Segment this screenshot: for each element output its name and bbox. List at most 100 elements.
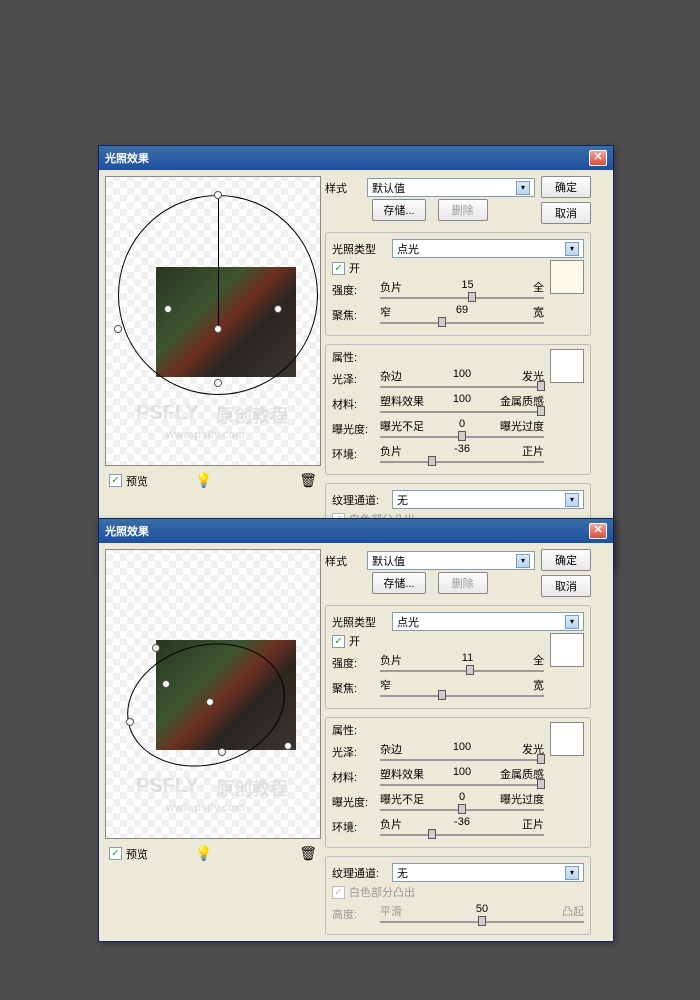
light-type-label: 光照类型	[332, 241, 388, 257]
title-text: 光照效果	[105, 150, 149, 166]
watermark: 原创教程	[216, 402, 288, 428]
texture-channel-dropdown[interactable]: 无 ▾	[392, 490, 584, 509]
preview-label: 预览	[126, 846, 148, 862]
light-type-dropdown[interactable]: 点光 ▾	[392, 239, 584, 258]
trash-icon[interactable]: 🗑	[299, 472, 317, 489]
chevron-down-icon[interactable]: ▾	[516, 554, 530, 568]
light-type-label: 光照类型	[332, 614, 388, 630]
preview-controls: ✓ 预览 💡 🗑	[105, 470, 321, 491]
cancel-button[interactable]: 取消	[541, 575, 591, 597]
delete-button: 删除	[438, 572, 488, 594]
cancel-button[interactable]: 取消	[541, 202, 591, 224]
on-checkbox[interactable]: ✓ 开	[332, 260, 544, 276]
style-label: 样式	[325, 553, 363, 569]
handle-dot[interactable]	[114, 325, 122, 333]
lightbulb-icon[interactable]: 💡	[195, 472, 212, 489]
style-label: 样式	[325, 180, 363, 196]
watermark: www.psfly.com	[166, 802, 245, 814]
checkbox-icon[interactable]: ✓	[332, 262, 345, 275]
light-type-dropdown[interactable]: 点光 ▾	[392, 612, 584, 631]
material-slider[interactable]: 材料: 塑料效果100金属质感	[332, 766, 544, 788]
light-color-swatch[interactable]	[550, 633, 584, 667]
handle-dot-center[interactable]	[214, 325, 222, 333]
watermark: PSFLY	[136, 402, 199, 425]
lightbulb-icon[interactable]: 💡	[195, 845, 212, 862]
handle-dot[interactable]	[162, 680, 170, 688]
ambient-slider[interactable]: 环境: 负片-36正片	[332, 816, 544, 838]
chevron-down-icon[interactable]: ▾	[565, 866, 579, 880]
lighting-effects-dialog-2: 光照效果 ✕ PSFLY 原创教程 www.psfly.com ✓ 预览	[98, 518, 614, 942]
white-high-checkbox: ✓ 白色部分凸出	[332, 884, 584, 900]
preview-column: PSFLY 原创教程 www.psfly.com ✓ 预览 💡 🗑	[105, 549, 321, 935]
texture-channel-label: 纹理通道:	[332, 492, 388, 508]
focus-slider[interactable]: 聚焦: 窄69宽	[332, 304, 544, 326]
ok-button[interactable]: 确定	[541, 176, 591, 198]
handle-dot[interactable]	[274, 305, 282, 313]
style-dropdown[interactable]: 默认值 ▾	[367, 551, 535, 570]
intensity-slider[interactable]: 强度: 负片11全	[332, 652, 544, 674]
checkbox-icon[interactable]: ✓	[109, 847, 122, 860]
style-dropdown[interactable]: 默认值 ▾	[367, 178, 535, 197]
titlebar[interactable]: 光照效果 ✕	[99, 519, 613, 543]
trash-icon[interactable]: 🗑	[299, 845, 317, 862]
checkbox-icon[interactable]: ✓	[109, 474, 122, 487]
watermark: www.psfly.com	[166, 429, 245, 441]
handle-dot[interactable]	[214, 379, 222, 387]
preview-canvas[interactable]: PSFLY 原创教程 www.psfly.com	[105, 176, 321, 466]
handle-dot[interactable]	[164, 305, 172, 313]
watermark: PSFLY	[136, 775, 199, 798]
preview-checkbox-row[interactable]: ✓ 预览	[109, 473, 148, 489]
save-button[interactable]: 存储...	[372, 199, 425, 221]
preview-label: 预览	[126, 473, 148, 489]
preview-controls: ✓ 预览 💡 🗑	[105, 843, 321, 864]
handle-dot[interactable]	[214, 191, 222, 199]
texture-channel-dropdown[interactable]: 无 ▾	[392, 863, 584, 882]
ambient-color-swatch[interactable]	[550, 349, 584, 383]
chevron-down-icon[interactable]: ▾	[565, 615, 579, 629]
title-text: 光照效果	[105, 523, 149, 539]
save-button[interactable]: 存储...	[372, 572, 425, 594]
focus-slider[interactable]: 聚焦: 窄宽	[332, 677, 544, 699]
texture-channel-label: 纹理通道:	[332, 865, 388, 881]
light-type-section: 光照类型 点光 ▾ ✓ 开 强度:	[325, 605, 591, 709]
light-color-swatch[interactable]	[550, 260, 584, 294]
chevron-down-icon[interactable]: ▾	[565, 493, 579, 507]
handle-dot[interactable]	[152, 644, 160, 652]
settings-column: 样式 默认值 ▾ 存储... 删除 确定 取消	[325, 176, 591, 562]
exposure-slider[interactable]: 曝光度: 曝光不足0曝光过度	[332, 791, 544, 813]
gloss-slider[interactable]: 光泽: 杂边100发光	[332, 368, 544, 390]
chevron-down-icon[interactable]: ▾	[516, 181, 530, 195]
ok-button[interactable]: 确定	[541, 549, 591, 571]
texture-section: 纹理通道: 无 ▾ ✓ 白色部分凸出 高度: 平滑50凸起	[325, 856, 591, 935]
delete-button: 删除	[438, 199, 488, 221]
handle-dot[interactable]	[126, 718, 134, 726]
properties-section: 属性: 光泽: 杂边100发光 材料: 塑料效果100金属质感	[325, 344, 591, 475]
preview-canvas[interactable]: PSFLY 原创教程 www.psfly.com	[105, 549, 321, 839]
settings-column: 样式 默认值 ▾ 存储... 删除 确定 取消	[325, 549, 591, 935]
handle-dot[interactable]	[218, 748, 226, 756]
light-type-section: 光照类型 点光 ▾ ✓ 开 强度:	[325, 232, 591, 336]
properties-label: 属性:	[332, 349, 544, 365]
watermark: 原创教程	[216, 775, 288, 801]
handle-dot-center[interactable]	[206, 698, 214, 706]
ambient-color-swatch[interactable]	[550, 722, 584, 756]
checkbox-icon[interactable]: ✓	[332, 635, 345, 648]
close-icon[interactable]: ✕	[589, 523, 607, 539]
exposure-slider[interactable]: 曝光度: 曝光不足0曝光过度	[332, 418, 544, 440]
height-slider: 高度: 平滑50凸起	[332, 903, 584, 925]
handle-dot[interactable]	[284, 742, 292, 750]
on-checkbox[interactable]: ✓ 开	[332, 633, 544, 649]
material-slider[interactable]: 材料: 塑料效果100金属质感	[332, 393, 544, 415]
preview-checkbox-row[interactable]: ✓ 预览	[109, 846, 148, 862]
light-direction-line	[218, 195, 219, 330]
properties-label: 属性:	[332, 722, 544, 738]
close-icon[interactable]: ✕	[589, 150, 607, 166]
lighting-effects-dialog-1: 光照效果 ✕ PSFLY 原创教程 www.psfly.com ✓	[98, 145, 614, 569]
titlebar[interactable]: 光照效果 ✕	[99, 146, 613, 170]
chevron-down-icon[interactable]: ▾	[565, 242, 579, 256]
gloss-slider[interactable]: 光泽: 杂边100发光	[332, 741, 544, 763]
preview-column: PSFLY 原创教程 www.psfly.com ✓ 预览 💡 🗑	[105, 176, 321, 562]
ambient-slider[interactable]: 环境: 负片-36正片	[332, 443, 544, 465]
intensity-slider[interactable]: 强度: 负片15全	[332, 279, 544, 301]
checkbox-icon: ✓	[332, 886, 345, 899]
